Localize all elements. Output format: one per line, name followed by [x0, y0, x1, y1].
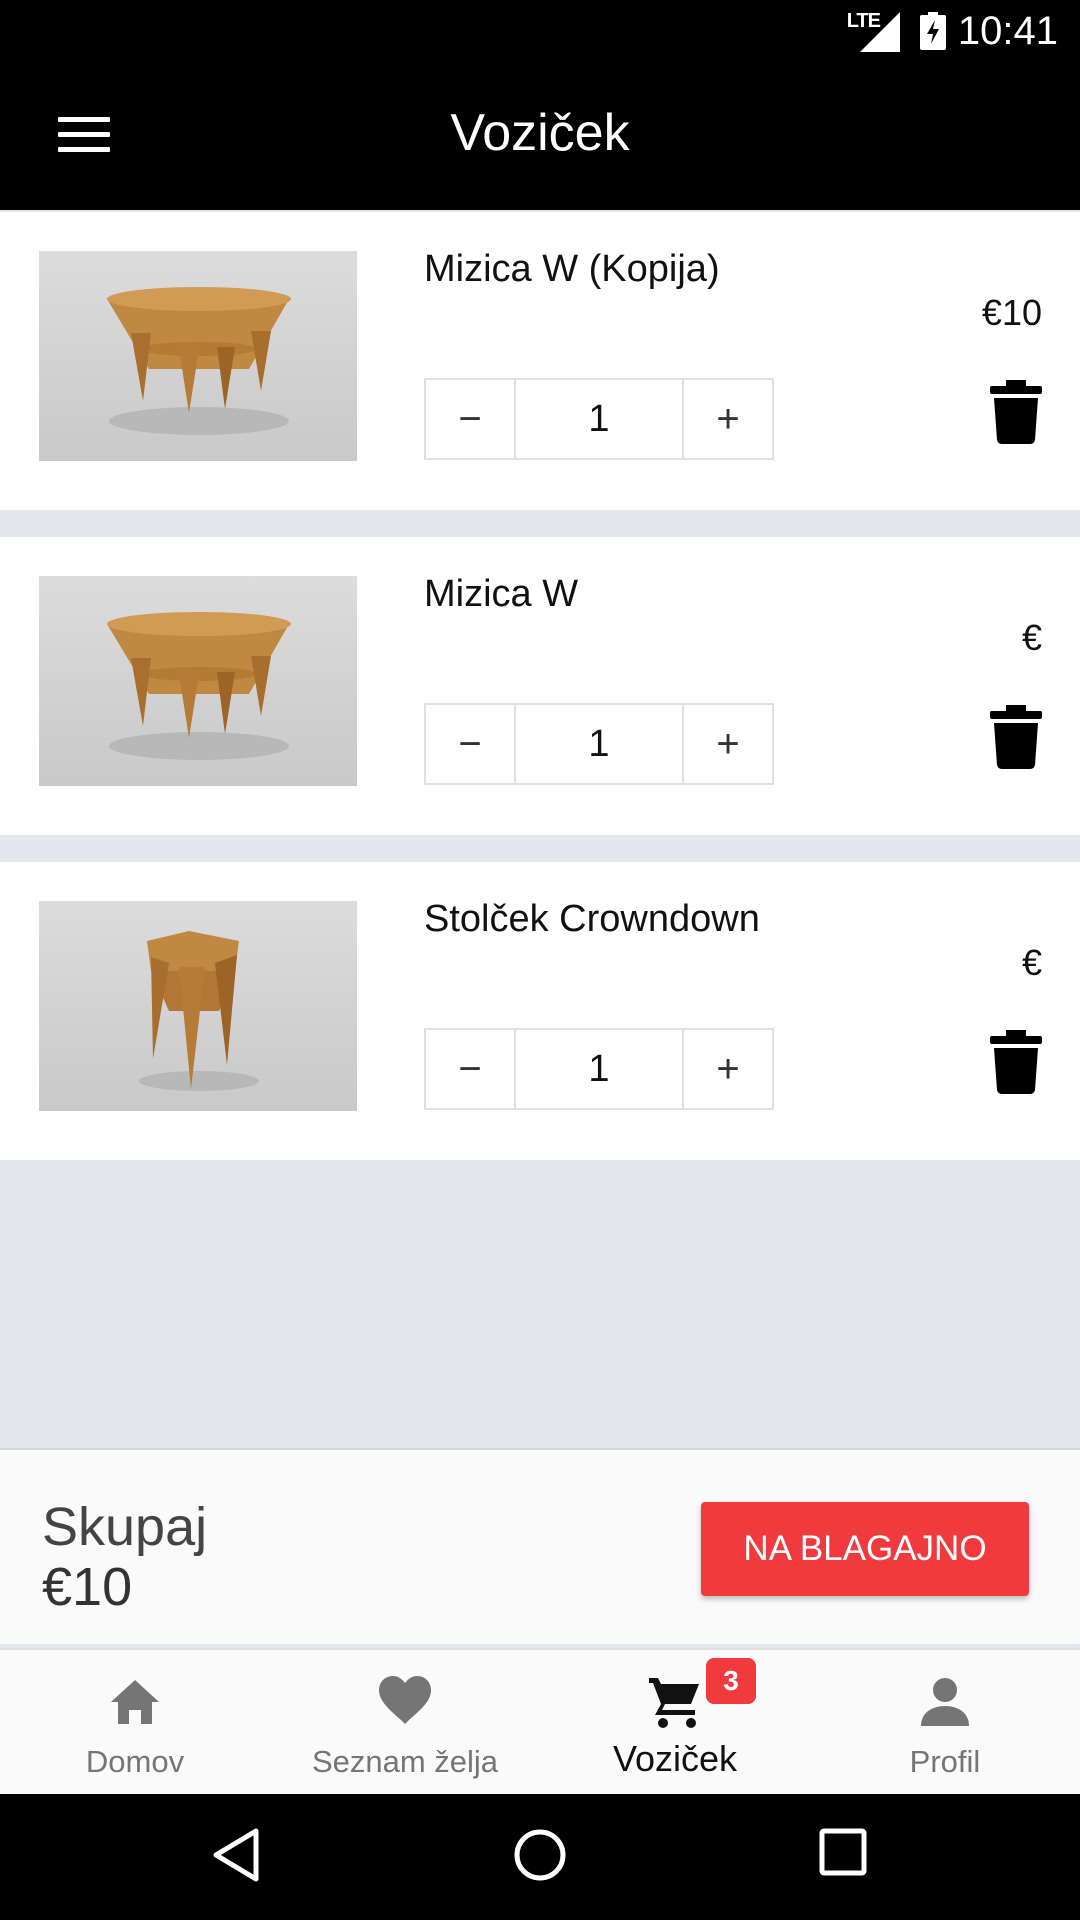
quantity-value[interactable]: 1 — [514, 380, 684, 458]
increment-button[interactable]: + — [684, 705, 772, 783]
home-circle-icon[interactable] — [512, 1827, 568, 1883]
total-label: Skupaj — [42, 1497, 208, 1557]
nav-label: Profil — [909, 1744, 981, 1779]
product-image[interactable] — [39, 576, 357, 786]
person-icon — [921, 1678, 969, 1726]
nav-item-wishlist[interactable]: Seznam želja — [270, 1650, 540, 1796]
system-navigation-bar — [0, 1794, 1080, 1920]
product-name: Stolček Crowndown — [424, 898, 760, 940]
total-amount: €10 — [42, 1557, 133, 1617]
increment-button[interactable]: + — [684, 1030, 772, 1108]
cart-item: Mizica W € − 1 + — [0, 537, 1080, 835]
product-image[interactable] — [39, 901, 357, 1111]
product-price: € — [1021, 617, 1042, 658]
clock: 10:41 — [957, 9, 1058, 53]
checkout-button[interactable]: NA BLAGAJNO — [701, 1502, 1029, 1596]
nav-item-home[interactable]: Domov — [0, 1650, 270, 1796]
product-name: Mizica W (Kopija) — [424, 248, 720, 290]
cart-item: Stolček Crowndown € − 1 + — [0, 862, 1080, 1160]
cart-count-badge: 3 — [706, 1658, 756, 1704]
decrement-button[interactable]: − — [426, 1030, 514, 1108]
back-icon[interactable] — [212, 1827, 260, 1883]
app-bar: Voziček — [0, 63, 1080, 210]
battery-charging-icon — [920, 12, 946, 50]
bottom-navigation: Domov Seznam želja Voziček 3 Profil — [0, 1648, 1080, 1794]
quantity-stepper: − 1 + — [424, 703, 774, 785]
trash-icon[interactable] — [990, 1030, 1042, 1094]
nav-item-cart[interactable]: Voziček 3 — [540, 1650, 810, 1796]
nav-label: Voziček — [612, 1738, 738, 1779]
decrement-button[interactable]: − — [426, 705, 514, 783]
nav-label: Seznam želja — [311, 1744, 499, 1779]
product-price: €10 — [981, 292, 1042, 333]
product-image[interactable] — [39, 251, 357, 461]
trash-icon[interactable] — [990, 705, 1042, 769]
recents-icon[interactable] — [818, 1827, 868, 1877]
quantity-stepper: − 1 + — [424, 1028, 774, 1110]
cart-summary: Skupaj €10 NA BLAGAJNO — [0, 1448, 1080, 1644]
page-title: Voziček — [450, 104, 630, 162]
home-icon — [111, 1680, 159, 1724]
quantity-value[interactable]: 1 — [514, 705, 684, 783]
cart-item: Mizica W (Kopija) €10 − 1 + — [0, 212, 1080, 510]
trash-icon[interactable] — [990, 380, 1042, 444]
status-bar: LTE 10:41 — [0, 0, 1080, 63]
nav-label: Domov — [85, 1744, 185, 1779]
signal-icon — [860, 12, 900, 52]
product-price: € — [1021, 942, 1042, 983]
heart-icon — [379, 1676, 431, 1724]
quantity-value[interactable]: 1 — [514, 1030, 684, 1108]
increment-button[interactable]: + — [684, 380, 772, 458]
quantity-stepper: − 1 + — [424, 378, 774, 460]
nav-item-profile[interactable]: Profil — [810, 1650, 1080, 1796]
product-name: Mizica W — [424, 573, 579, 615]
cart-icon — [649, 1678, 699, 1728]
decrement-button[interactable]: − — [426, 380, 514, 458]
